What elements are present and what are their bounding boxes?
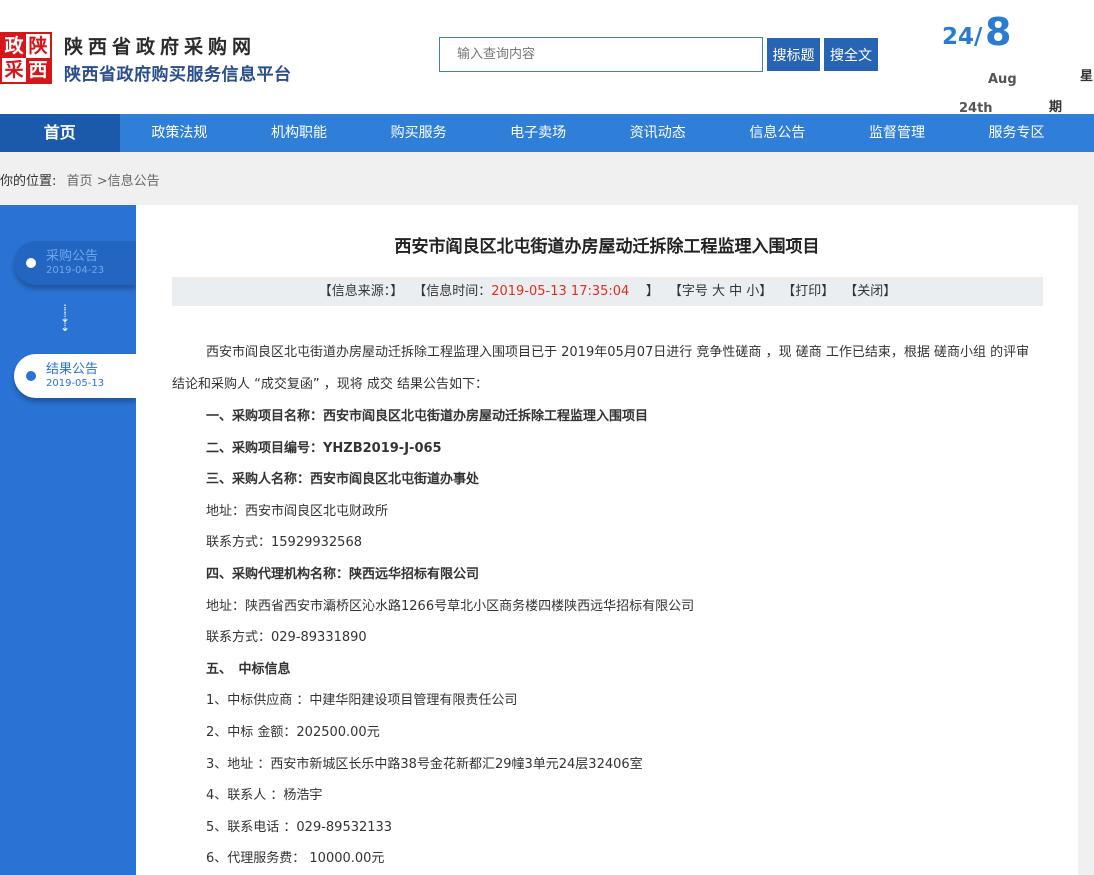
weekday-char: 期 bbox=[1049, 100, 1063, 115]
weekday-char: 星 bbox=[1080, 69, 1094, 84]
article-line: 五、 中标信息 bbox=[206, 661, 291, 677]
article-line: 二、采购项目编号：YHZB2019-J-065 bbox=[206, 440, 442, 456]
site-header: 政 陕 采 西 陕西省政府采购网 陕西省政府购买服务信息平台 搜标题 搜全文 2… bbox=[0, 0, 1094, 116]
article-line: 联系方式：15929932568 bbox=[206, 535, 362, 551]
breadcrumb: 你的位置: 首页 >信息公告 bbox=[0, 170, 160, 189]
article-intro: 结论和采购人 “成交复函” ，现将 成交 结果公告如下： bbox=[172, 377, 488, 392]
sidebar-item-label: 结果公告 bbox=[46, 362, 99, 377]
breadcrumb-home-link[interactable]: 首页 bbox=[67, 174, 93, 189]
search-input[interactable] bbox=[439, 37, 763, 72]
article-title: 西安市阎良区北屯街道办房屋动迁拆除工程监理入围项目 bbox=[394, 237, 820, 257]
timeline-dot-icon bbox=[26, 258, 36, 268]
nav-item-news[interactable]: 资讯动态 bbox=[598, 114, 718, 152]
meta-source: 【信息来源：】 bbox=[318, 284, 404, 299]
meta-time-end: 】 bbox=[645, 284, 659, 299]
article-panel: 西安市阎良区北屯街道办房屋动迁拆除工程监理入围项目 【信息来源：】 【信息时间：2… bbox=[136, 205, 1078, 875]
breadcrumb-current[interactable]: >信息公告 bbox=[97, 174, 160, 189]
nav-item-service-zone[interactable]: 服务专区 bbox=[957, 114, 1077, 152]
nav-item-institutions[interactable]: 机构职能 bbox=[239, 114, 359, 152]
breadcrumb-label: 你的位置: bbox=[0, 174, 57, 189]
sidebar-item-date: 2019-04-23 bbox=[46, 265, 105, 276]
article-line: 1、中标供应商 ：中建华阳建设项目管理有限责任公司 bbox=[206, 693, 518, 709]
article-line: 地址：陕西省西安市灞桥区沁水路1266号草北小区商务楼四楼陕西远华招标有限公司 bbox=[206, 598, 695, 614]
meta-time: 2019-05-13 17:35:04 bbox=[491, 284, 630, 299]
timeline-dot-icon bbox=[26, 371, 36, 381]
print-link[interactable]: 【打印】 bbox=[782, 284, 834, 299]
sidebar-item-label: 采购公告 bbox=[46, 249, 99, 264]
logo-char: 西 bbox=[28, 58, 48, 81]
main-nav: 首页 政策法规 机构职能 购买服务 电子卖场 资讯动态 信息公告 监督管理 服务… bbox=[0, 114, 1094, 152]
nav-item-policy[interactable]: 政策法规 bbox=[120, 114, 240, 152]
date-day: 24/ bbox=[942, 24, 983, 50]
sidebar-item-date: 2019-05-13 bbox=[46, 378, 105, 389]
article-line: 6、代理服务费： 10000.00元 bbox=[206, 851, 385, 867]
article-line: 2、中标 金额：202500.00元 bbox=[206, 724, 380, 740]
article-meta-bar: 【信息来源：】 【信息时间：2019-05-13 17:35:04 】【字号 大 … bbox=[172, 277, 1043, 306]
logo-char: 采 bbox=[2, 58, 26, 82]
down-arrow-icon: ⁞ ⇣ ⇣ bbox=[59, 302, 71, 334]
nav-item-home[interactable]: 首页 bbox=[0, 114, 120, 152]
article-line: 5、联系电话 ：029-89532133 bbox=[206, 819, 393, 835]
date-month: Aug bbox=[988, 72, 1017, 87]
article-line: 四、采购代理机构名称：陕西远华招标有限公司 bbox=[206, 566, 480, 582]
sidebar-item-result-notice[interactable]: 结果公告 2019-05-13 bbox=[14, 354, 136, 398]
article-intro: 西安市阎良区北屯街道办房屋动迁拆除工程监理入围项目已于 2019年05月07日进… bbox=[206, 345, 1030, 360]
article-line: 3、地址 ：西安市新城区长乐中路38号金花新都汇29幢3单元24层32406室 bbox=[206, 756, 643, 772]
nav-item-announcements[interactable]: 信息公告 bbox=[718, 114, 838, 152]
article-line: 4、联系人 ：杨浩宇 bbox=[206, 788, 323, 804]
article-line: 三、采购人名称：西安市阎良区北屯街道办事处 bbox=[206, 472, 480, 488]
article-line: 地址：西安市阎良区北屯财政所 bbox=[206, 503, 389, 519]
notice-timeline-sidebar: 采购公告 2019-04-23 ⁞ ⇣ ⇣ 结果公告 2019-05-13 bbox=[0, 205, 136, 875]
nav-item-purchase-services[interactable]: 购买服务 bbox=[359, 114, 479, 152]
search-fulltext-button[interactable]: 搜全文 bbox=[824, 38, 878, 71]
date-month-number: 8 bbox=[985, 10, 1012, 54]
article-line: 一、采购项目名称：西安市阎良区北屯街道办房屋动迁拆除工程监理入围项目 bbox=[206, 409, 649, 424]
article-lines: 一、采购项目名称：西安市阎良区北屯街道办房屋动迁拆除工程监理入围项目 二、采购项目… bbox=[206, 401, 1036, 875]
article-line: 联系方式：029-89331890 bbox=[206, 630, 367, 646]
site-title: 陕西省政府采购网 bbox=[64, 36, 257, 58]
meta-time-label: 【信息时间： bbox=[413, 284, 492, 299]
sidebar-item-procurement-notice[interactable]: 采购公告 2019-04-23 bbox=[14, 241, 136, 285]
logo-char: 政 bbox=[4, 34, 24, 57]
nav-item-supervision[interactable]: 监督管理 bbox=[837, 114, 957, 152]
site-logo[interactable]: 政 陕 采 西 bbox=[0, 32, 52, 84]
font-size-control[interactable]: 【字号 大 中 小】 bbox=[669, 284, 772, 299]
nav-item-e-mall[interactable]: 电子卖场 bbox=[478, 114, 598, 152]
search-title-button[interactable]: 搜标题 bbox=[767, 38, 820, 71]
article-body: 西安市阎良区北屯街道办房屋动迁拆除工程监理入围项目已于 2019年05月07日进… bbox=[172, 337, 1036, 875]
logo-char: 陕 bbox=[26, 34, 50, 58]
close-link[interactable]: 【关闭】 bbox=[844, 284, 896, 299]
site-subtitle: 陕西省政府购买服务信息平台 bbox=[64, 65, 292, 85]
